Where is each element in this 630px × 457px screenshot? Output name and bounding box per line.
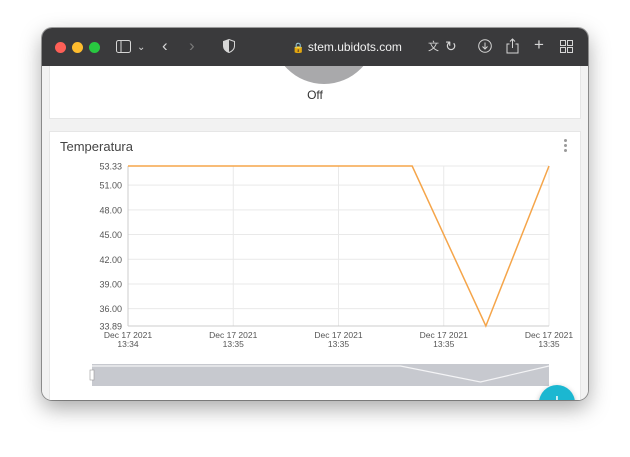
x-tick-time-label: 13:35 [328, 339, 350, 349]
lock-icon: 🔒 [292, 43, 305, 54]
new-tab-icon[interactable]: + [534, 36, 544, 53]
close-window-button[interactable] [55, 42, 66, 53]
browser-window: ⌄ ‹ › 🔒 stem.ubidots.com 文 ↻ + Off Tempe… [42, 28, 588, 400]
y-tick-label: 51.00 [99, 181, 122, 191]
y-tick-label: 45.00 [99, 230, 122, 240]
switch-indicator[interactable] [272, 66, 376, 84]
download-icon[interactable] [478, 39, 492, 55]
switch-status-label: Off [307, 88, 323, 102]
sidebar-icon[interactable] [116, 40, 131, 55]
minimize-window-button[interactable] [72, 42, 83, 53]
switch-widget-card: Off [50, 66, 580, 118]
y-tick-label: 36.00 [99, 304, 122, 314]
reload-icon[interactable]: ↻ [445, 39, 457, 53]
x-tick-time-label: 13:34 [117, 339, 139, 349]
range-handle-left [89, 369, 95, 381]
y-tick-label: 48.00 [99, 205, 122, 215]
page-content: Off Temperatura 53.33 51.00 48.00 45.00 42.0… [42, 66, 588, 400]
chart-widget-card: Temperatura 53.33 51.00 48.00 45.00 42.00 39.… [50, 132, 580, 400]
browser-toolbar: ⌄ ‹ › 🔒 stem.ubidots.com 文 ↻ + [42, 28, 588, 67]
y-tick-label: 42.00 [99, 255, 122, 265]
y-tick-label: 53.33 [99, 162, 122, 172]
translate-icon[interactable]: 文 [428, 40, 439, 54]
address-bar[interactable]: 🔒 stem.ubidots.com [247, 37, 447, 57]
x-tick-time-label: 13:35 [223, 339, 245, 349]
forward-icon[interactable]: › [189, 37, 195, 54]
share-icon[interactable] [506, 38, 519, 56]
chevron-down-icon[interactable]: ⌄ [137, 41, 145, 55]
y-tick-label: 39.00 [99, 279, 122, 289]
zoom-window-button[interactable] [89, 42, 100, 53]
url-text: stem.ubidots.com [307, 40, 402, 54]
x-tick-time-label: 13:35 [433, 339, 455, 349]
shield-icon[interactable] [223, 38, 235, 55]
line-chart: 53.3351.0048.0045.0042.0039.0036.0033.89… [89, 162, 573, 386]
x-tick-time-label: 13:35 [538, 339, 560, 349]
back-icon[interactable]: ‹ [162, 37, 168, 54]
range-navigator [92, 364, 549, 386]
tab-overview-icon[interactable] [560, 40, 573, 55]
